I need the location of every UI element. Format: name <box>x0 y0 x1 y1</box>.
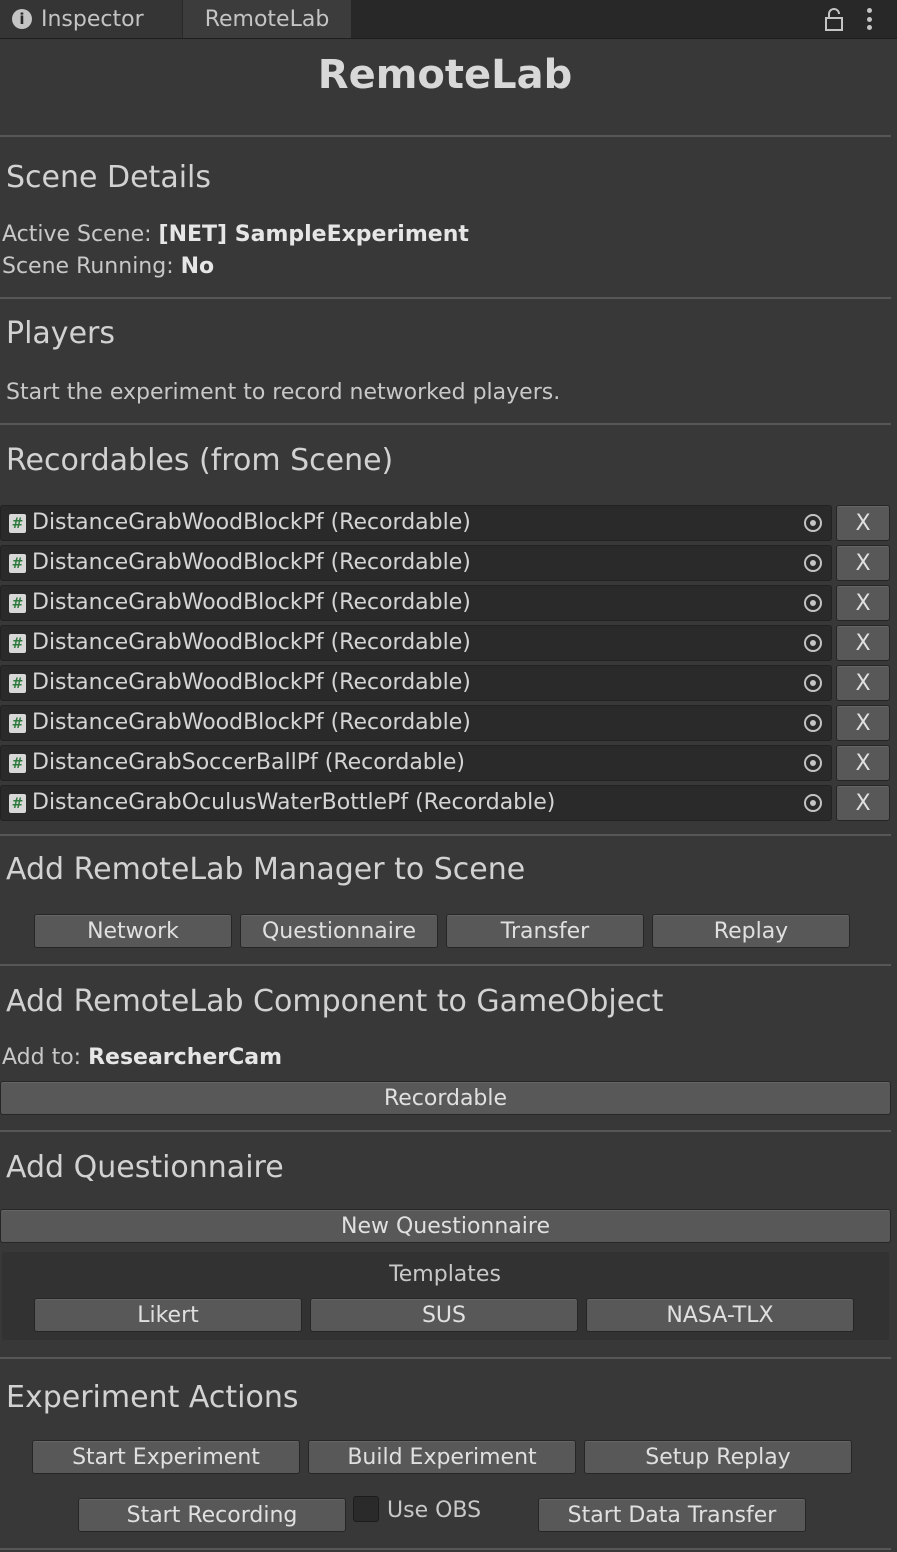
add-to-line: Add to: ResearcherCam <box>2 1045 282 1070</box>
divider <box>0 423 891 425</box>
likert-template-button[interactable]: Likert <box>34 1298 302 1332</box>
add-to-label: Add to: <box>2 1045 89 1070</box>
kebab-menu-icon[interactable] <box>862 6 876 32</box>
players-message: Start the experiment to record networked… <box>6 380 561 405</box>
manager-heading: Add RemoteLab Manager to Scene <box>6 852 526 887</box>
recordable-row[interactable]: # DistanceGrabOculusWaterBottlePf (Recor… <box>0 785 832 821</box>
setup-replay-button[interactable]: Setup Replay <box>584 1440 852 1474</box>
target-icon[interactable] <box>803 513 823 533</box>
recordable-label: DistanceGrabSoccerBallPf (Recordable) <box>32 750 466 775</box>
remove-button[interactable]: X <box>836 625 890 661</box>
script-icon: # <box>9 554 26 573</box>
nasa-tlx-template-button[interactable]: NASA-TLX <box>586 1298 854 1332</box>
recordable-row[interactable]: # DistanceGrabWoodBlockPf (Recordable) <box>0 505 832 541</box>
network-button[interactable]: Network <box>34 914 232 948</box>
target-icon[interactable] <box>803 673 823 693</box>
remove-button[interactable]: X <box>836 505 890 541</box>
questionnaire-heading: Add Questionnaire <box>6 1150 284 1185</box>
remove-button[interactable]: X <box>836 745 890 781</box>
tab-remotelab-label: RemoteLab <box>204 6 330 32</box>
info-icon: i <box>12 9 32 29</box>
scene-running-line: Scene Running: No <box>2 254 214 279</box>
script-icon: # <box>9 634 26 653</box>
tab-inspector-label: Inspector <box>41 6 144 32</box>
divider <box>0 1548 891 1550</box>
script-icon: # <box>9 594 26 613</box>
actions-heading: Experiment Actions <box>6 1380 299 1415</box>
scene-running-value: No <box>180 254 215 279</box>
target-icon[interactable] <box>803 553 823 573</box>
script-icon: # <box>9 714 26 733</box>
script-icon: # <box>9 754 26 773</box>
active-scene-value: [NET] SampleExperiment <box>158 222 469 247</box>
recordable-label: DistanceGrabWoodBlockPf (Recordable) <box>32 590 471 615</box>
active-scene-line: Active Scene: [NET] SampleExperiment <box>2 222 469 247</box>
tab-remotelab[interactable]: RemoteLab <box>183 0 351 38</box>
recordable-row[interactable]: # DistanceGrabWoodBlockPf (Recordable) <box>0 545 832 581</box>
players-heading: Players <box>6 316 115 351</box>
start-data-transfer-button[interactable]: Start Data Transfer <box>538 1498 806 1532</box>
scene-running-label: Scene Running: <box>2 254 181 279</box>
recordable-row[interactable]: # DistanceGrabSoccerBallPf (Recordable) <box>0 745 832 781</box>
script-icon: # <box>9 514 26 533</box>
use-obs-label: Use OBS <box>387 1498 482 1523</box>
target-icon[interactable] <box>803 633 823 653</box>
recordable-label: DistanceGrabWoodBlockPf (Recordable) <box>32 630 471 655</box>
scene-details-heading: Scene Details <box>6 160 212 195</box>
recordables-heading: Recordables (from Scene) <box>6 443 394 478</box>
start-recording-button[interactable]: Start Recording <box>78 1498 346 1532</box>
script-icon: # <box>9 674 26 693</box>
target-icon[interactable] <box>803 793 823 813</box>
component-heading: Add RemoteLab Component to GameObject <box>6 984 664 1019</box>
page-title: RemoteLab <box>317 52 573 98</box>
recordable-button[interactable]: Recordable <box>0 1081 891 1115</box>
lock-icon[interactable] <box>823 8 845 32</box>
recordable-label: DistanceGrabOculusWaterBottlePf (Recorda… <box>32 790 556 815</box>
remove-button[interactable]: X <box>836 705 890 741</box>
active-scene-label: Active Scene: <box>2 222 159 247</box>
divider <box>0 1357 891 1359</box>
build-experiment-button[interactable]: Build Experiment <box>308 1440 576 1474</box>
use-obs-checkbox[interactable] <box>353 1496 379 1522</box>
new-questionnaire-button[interactable]: New Questionnaire <box>0 1209 891 1243</box>
target-icon[interactable] <box>803 753 823 773</box>
recordable-row[interactable]: # DistanceGrabWoodBlockPf (Recordable) <box>0 585 832 621</box>
tab-inspector[interactable]: i Inspector <box>0 0 182 38</box>
remove-button[interactable]: X <box>836 545 890 581</box>
remove-button[interactable]: X <box>836 785 890 821</box>
divider <box>0 297 891 299</box>
questionnaire-manager-button[interactable]: Questionnaire <box>240 914 438 948</box>
divider <box>0 834 891 836</box>
recordable-label: DistanceGrabWoodBlockPf (Recordable) <box>32 710 471 735</box>
replay-button[interactable]: Replay <box>652 914 850 948</box>
recordable-label: DistanceGrabWoodBlockPf (Recordable) <box>32 510 471 535</box>
recordable-row[interactable]: # DistanceGrabWoodBlockPf (Recordable) <box>0 705 832 741</box>
target-icon[interactable] <box>803 593 823 613</box>
templates-label: Templates <box>389 1262 501 1287</box>
recordable-label: DistanceGrabWoodBlockPf (Recordable) <box>32 550 471 575</box>
target-icon[interactable] <box>803 713 823 733</box>
recordable-label: DistanceGrabWoodBlockPf (Recordable) <box>32 670 471 695</box>
add-to-value: ResearcherCam <box>88 1045 283 1070</box>
script-icon: # <box>9 794 26 813</box>
recordable-row[interactable]: # DistanceGrabWoodBlockPf (Recordable) <box>0 665 832 701</box>
sus-template-button[interactable]: SUS <box>310 1298 578 1332</box>
remove-button[interactable]: X <box>836 585 890 621</box>
start-experiment-button[interactable]: Start Experiment <box>32 1440 300 1474</box>
recordable-row[interactable]: # DistanceGrabWoodBlockPf (Recordable) <box>0 625 832 661</box>
divider <box>0 1130 891 1132</box>
remove-button[interactable]: X <box>836 665 890 701</box>
tab-bar: i Inspector RemoteLab <box>0 0 897 39</box>
divider <box>0 964 891 966</box>
divider <box>0 135 891 137</box>
transfer-button[interactable]: Transfer <box>446 914 644 948</box>
